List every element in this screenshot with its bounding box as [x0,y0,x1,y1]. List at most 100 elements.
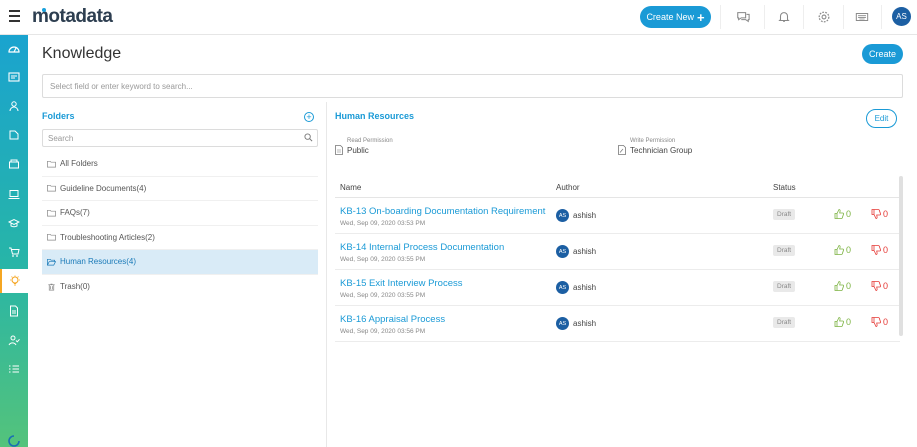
status-badge: Draft [773,317,796,328]
folder-item-trash[interactable]: Trash(0) [42,275,318,300]
column-status[interactable]: Status [773,183,796,192]
like-count: 0 [846,317,852,327]
article-date: Wed, Sep 09, 2020 03:53 PM [340,220,426,227]
folder-open-icon [47,258,56,266]
education-icon[interactable] [0,211,28,235]
knowledge-icon[interactable] [0,269,28,293]
hamburger-icon[interactable] [9,10,20,22]
table-scrollbar[interactable] [899,176,903,336]
column-author[interactable]: Author [556,183,580,192]
folder-label: All Folders [60,159,98,169]
column-name[interactable]: Name [340,183,361,192]
author-avatar: AS [556,281,569,294]
folder-item-human-resources[interactable]: Human Resources(4) [42,250,318,275]
dashboard-icon[interactable] [0,37,28,61]
gear-icon[interactable] [817,10,831,24]
create-new-label: Create New [646,12,694,22]
like-button[interactable]: 0 [834,317,851,327]
thumbs-down-icon [871,209,881,219]
author-avatar: AS [556,209,569,222]
like-count: 0 [846,209,852,219]
status-badge: Draft [773,281,796,292]
article-title-link[interactable]: KB-13 On-boarding Documentation Requirem… [340,206,545,217]
problem-icon[interactable] [0,123,28,147]
create-new-button[interactable]: Create New + [640,6,711,28]
like-count: 0 [846,245,852,255]
edit-document-icon [618,145,626,155]
dislike-button[interactable]: 0 [871,245,888,255]
folder-item-troubleshooting-articles[interactable]: Troubleshooting Articles(2) [42,226,318,250]
add-folder-icon[interactable]: + [304,112,314,122]
thumbs-up-icon [834,281,844,291]
folder-label: Guideline Documents(4) [60,183,147,193]
write-permission: Write Permission Technician Group [618,138,692,155]
folder-item-guideline-documents[interactable]: Guideline Documents(4) [42,177,318,201]
dislike-button[interactable]: 0 [871,281,888,291]
create-button[interactable]: Create [862,44,903,64]
bell-icon[interactable] [777,10,791,24]
table-row: KB-14 Internal Process Documentation Wed… [335,234,900,270]
thumbs-down-icon [871,317,881,327]
article-title-link[interactable]: KB-14 Internal Process Documentation [340,242,504,253]
folder-icon [47,234,56,241]
request-icon[interactable] [0,65,28,89]
contract-icon[interactable] [0,299,28,323]
edit-button[interactable]: Edit [866,109,897,128]
author-avatar: AS [556,245,569,258]
status-badge: Draft [773,209,796,220]
folder-icon [47,160,56,168]
dislike-button[interactable]: 0 [871,209,888,219]
article-title-link[interactable]: KB-16 Appraisal Process [340,314,445,325]
folder-label: FAQs(7) [60,208,90,218]
like-count: 0 [846,281,852,291]
folder-item-faqs[interactable]: FAQs(7) [42,201,318,226]
user-check-icon[interactable] [0,328,28,352]
article-title-link[interactable]: KB-15 Exit Interview Process [340,278,463,289]
article-date: Wed, Sep 09, 2020 03:55 PM [340,292,426,299]
laptop-icon[interactable] [0,182,28,206]
separator [764,5,765,29]
dislike-button[interactable]: 0 [871,317,888,327]
folder-item-all-folders[interactable]: All Folders [42,152,318,177]
keyword-search-input[interactable] [42,74,903,98]
status-badge: Draft [773,245,796,256]
table-row: KB-13 On-boarding Documentation Requirem… [335,198,900,234]
thumbs-down-icon [871,281,881,291]
users-icon[interactable] [0,94,28,118]
table-header: Name Author Status [335,176,900,198]
folder-heading: Human Resources [335,111,415,121]
user-avatar[interactable]: AS [892,7,911,26]
folder-label: Trash(0) [60,282,90,292]
like-button[interactable]: 0 [834,281,851,291]
table-row: KB-15 Exit Interview Process Wed, Sep 09… [335,270,900,306]
chat-icon[interactable] [736,10,750,24]
folder-search-input[interactable] [42,129,318,147]
document-icon [335,145,343,155]
folder-icon [47,185,56,192]
separator [720,5,721,29]
thumbs-down-icon [871,245,881,255]
separator [843,5,844,29]
thumbs-up-icon [834,209,844,219]
dislike-count: 0 [883,317,889,327]
write-permission-label: Write Permission [630,138,676,144]
task-list-icon[interactable] [0,357,28,381]
asset-icon[interactable] [0,152,28,176]
dislike-count: 0 [883,245,889,255]
write-permission-value: Technician Group [630,146,693,155]
keyboard-icon[interactable] [855,10,869,24]
folder-list: All Folders Guideline Documents(4) FAQs(… [42,152,318,299]
author-name: ashish [573,283,597,292]
read-permission-label: Read Permission [347,138,393,144]
author-name: ashish [573,319,597,328]
like-button[interactable]: 0 [834,245,851,255]
loading-icon [0,429,28,447]
cart-icon[interactable] [0,240,28,264]
separator [803,5,804,29]
like-button[interactable]: 0 [834,209,851,219]
logo-dot [42,8,46,12]
folders-title: Folders [42,111,75,121]
articles-table: Name Author Status KB-13 On-boarding Doc… [335,176,900,342]
dislike-count: 0 [883,209,889,219]
thumbs-up-icon [834,317,844,327]
